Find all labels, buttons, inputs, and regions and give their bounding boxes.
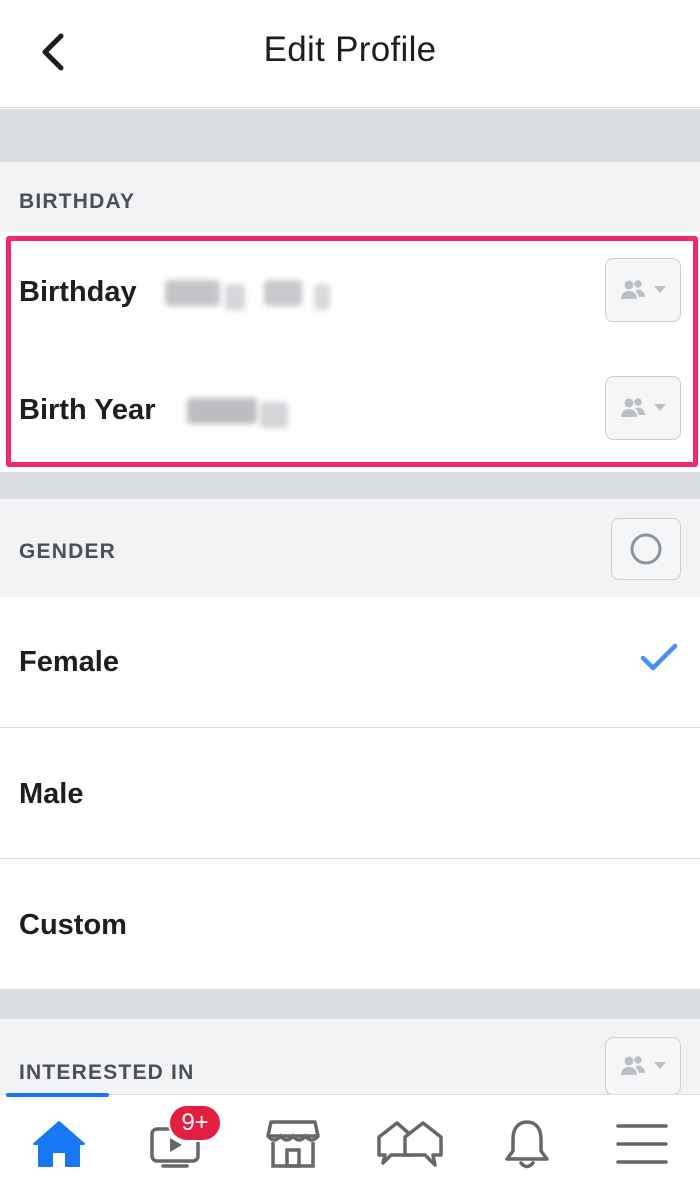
section-gap bbox=[0, 472, 700, 499]
birthday-label: Birthday bbox=[19, 276, 137, 308]
gender-audience-button[interactable] bbox=[611, 518, 681, 580]
interested-audience-button[interactable] bbox=[605, 1037, 681, 1095]
circle-icon bbox=[630, 533, 662, 565]
birth-year-label: Birth Year bbox=[19, 394, 156, 426]
watch-notification-badge: 9+ bbox=[168, 1104, 222, 1142]
dropdown-caret-icon bbox=[654, 1062, 666, 1069]
birthday-value-redacted bbox=[225, 284, 245, 310]
dropdown-caret-icon bbox=[654, 286, 666, 293]
gender-section-label: GENDER bbox=[19, 540, 117, 563]
section-gap bbox=[0, 989, 700, 1019]
birthday-value-redacted bbox=[314, 284, 330, 310]
interested-section-label: INTERESTED IN bbox=[19, 1061, 195, 1084]
tab-groups[interactable] bbox=[351, 1095, 468, 1191]
groups-icon bbox=[376, 1120, 443, 1167]
gender-option-label: Female bbox=[19, 646, 119, 678]
tab-menu[interactable] bbox=[583, 1095, 700, 1191]
friends-icon bbox=[621, 280, 645, 299]
birthday-value-redacted bbox=[165, 280, 220, 306]
gender-option-custom[interactable]: Custom bbox=[0, 859, 700, 989]
birthday-audience-button[interactable] bbox=[605, 258, 681, 322]
birth-year-value-redacted bbox=[260, 402, 288, 428]
dropdown-caret-icon bbox=[654, 404, 666, 411]
section-gap bbox=[0, 109, 700, 162]
birthday-rows: Birthday Birth Year bbox=[0, 232, 700, 472]
interested-section-header: INTERESTED IN bbox=[0, 1019, 700, 1095]
tab-notifications[interactable] bbox=[468, 1095, 585, 1191]
gender-option-male[interactable]: Male bbox=[0, 728, 700, 858]
gender-option-female[interactable]: Female bbox=[0, 597, 700, 727]
tab-marketplace[interactable] bbox=[234, 1095, 351, 1191]
bottom-tab-bar bbox=[0, 1093, 700, 1191]
hamburger-menu-icon bbox=[615, 1123, 668, 1164]
page-title: Edit Profile bbox=[263, 30, 437, 69]
birthday-section-header: BIRTHDAY bbox=[0, 162, 700, 232]
checkmark-icon bbox=[640, 643, 678, 671]
home-icon bbox=[32, 1120, 85, 1167]
birth-year-value-redacted bbox=[187, 398, 257, 424]
tab-home[interactable] bbox=[0, 1095, 117, 1191]
friends-icon bbox=[621, 1056, 645, 1075]
gender-section-header: GENDER bbox=[0, 499, 700, 597]
birth-year-audience-button[interactable] bbox=[605, 376, 681, 440]
gender-option-label: Male bbox=[19, 778, 84, 810]
birthday-value-redacted bbox=[264, 280, 302, 306]
shop-icon bbox=[265, 1119, 320, 1168]
gender-option-label: Custom bbox=[19, 909, 127, 941]
header-bar: Edit Profile bbox=[0, 0, 700, 108]
friends-icon bbox=[621, 398, 645, 417]
bell-icon bbox=[504, 1119, 549, 1168]
birthday-section-label: BIRTHDAY bbox=[19, 190, 136, 213]
